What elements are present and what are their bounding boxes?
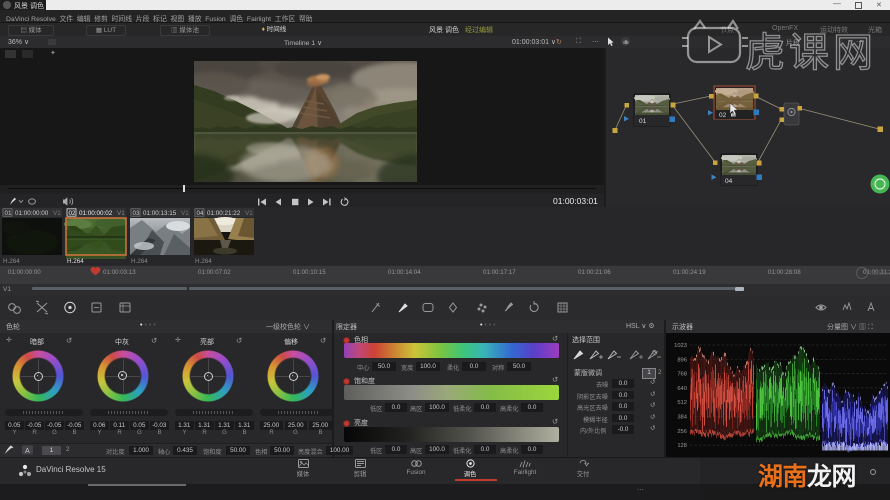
svg-text:01:00:07:02: 01:00:07:02 (198, 269, 231, 276)
svg-text:640: 640 (677, 386, 687, 392)
svg-text:01:00:13:15: 01:00:13:15 (143, 210, 177, 217)
svg-text:01:00:00:00: 01:00:00:00 (8, 269, 41, 276)
svg-text:01:00:24:19: 01:00:24:19 (673, 269, 706, 276)
svg-text:384: 384 (677, 415, 687, 421)
svg-text:A: A (25, 448, 30, 455)
svg-text:01: 01 (639, 118, 647, 125)
svg-text:1023: 1023 (674, 343, 687, 349)
svg-text:128: 128 (677, 443, 687, 449)
svg-text:01:00:21:22: 01:00:21:22 (207, 210, 241, 217)
svg-text:01:00:03:13: 01:00:03:13 (103, 269, 136, 276)
svg-text:01: 01 (5, 210, 13, 217)
svg-text:V1: V1 (53, 210, 61, 217)
svg-text:256: 256 (677, 429, 687, 435)
svg-text:04: 04 (197, 210, 205, 217)
svg-text:01:00:21:06: 01:00:21:06 (578, 269, 611, 276)
svg-text:896: 896 (677, 357, 687, 363)
svg-text:H.264: H.264 (195, 258, 212, 265)
svg-text:01:00:14:04: 01:00:14:04 (388, 269, 421, 276)
svg-text:H.264: H.264 (131, 258, 148, 265)
svg-text:768: 768 (677, 372, 687, 378)
svg-text:H.264: H.264 (3, 258, 20, 265)
svg-text:V1: V1 (117, 210, 125, 217)
svg-text:01:00:10:15: 01:00:10:15 (293, 269, 326, 276)
svg-text:02: 02 (69, 210, 77, 217)
svg-text:01:00:00:00: 01:00:00:00 (15, 210, 49, 217)
svg-text:01:00:17:17: 01:00:17:17 (483, 269, 516, 276)
svg-text:01:00:28:08: 01:00:28:08 (768, 269, 801, 276)
svg-text:02: 02 (719, 112, 727, 119)
svg-text:03: 03 (133, 210, 141, 217)
svg-text:H.264: H.264 (67, 258, 84, 265)
svg-text:Bandicam: Bandicam (870, 271, 890, 277)
svg-text:04: 04 (725, 178, 733, 185)
svg-text:V1: V1 (245, 210, 253, 217)
svg-text:V1: V1 (181, 210, 189, 217)
svg-text:01:00:00:02: 01:00:00:02 (79, 210, 113, 217)
svg-text:512: 512 (677, 400, 687, 406)
